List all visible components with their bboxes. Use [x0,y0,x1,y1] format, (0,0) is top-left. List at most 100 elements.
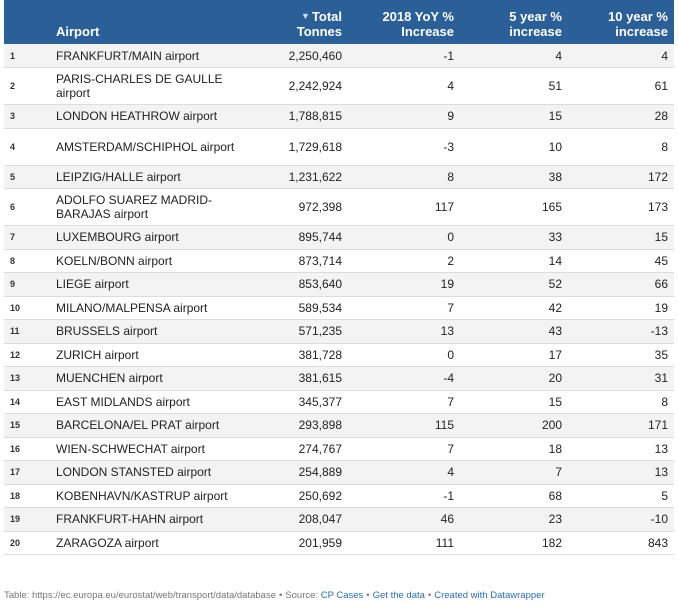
yoy-increase-cell: 4 [348,460,460,485]
ten-year-increase-cell: 35 [568,343,674,367]
table-row: 7 LUXEMBOURG airport 895,744 0 33 15 [4,225,674,250]
yoy-increase-cell: -1 [348,484,460,508]
total-header-line1: Total [311,9,342,24]
rank-cell: 6 [4,188,52,226]
ten-year-increase-cell: 5 [568,484,674,508]
yoy-increase-cell: -4 [348,366,460,391]
header-row: Airport ▼ Total Tonnes 2018 YoY % Increas… [4,0,674,44]
yoy-column-header[interactable]: 2018 YoY % Increase [348,0,460,44]
rank-cell: 5 [4,165,52,189]
ten-year-increase-cell: 8 [568,128,674,166]
airport-cell: WIEN-SCHWECHAT airport [52,437,264,461]
five-year-increase-cell: 4 [460,44,568,68]
ten-year-increase-cell: 843 [568,531,674,555]
total-tonnes-cell: 381,728 [264,343,348,367]
footer-separator: • [278,590,283,601]
five-year-increase-cell: 43 [460,319,568,344]
airport-cell: ADOLFO SUAREZ MADRID-BARAJAS airport [52,188,264,226]
ten-header-line2: increase [615,24,668,39]
yoy-increase-cell: 19 [348,272,460,297]
ten-year-increase-cell: -10 [568,507,674,532]
airport-freight-table: Airport ▼ Total Tonnes 2018 YoY % Increas… [4,0,674,555]
five-year-increase-cell: 23 [460,507,568,532]
yoy-increase-cell: 4 [348,67,460,105]
five-year-increase-cell: 14 [460,249,568,273]
ten-year-increase-cell: 61 [568,67,674,105]
airport-cell: MILANO/MALPENSA airport [52,296,264,320]
five-year-column-header[interactable]: 5 year % increase [460,0,568,44]
airport-cell: MUENCHEN airport [52,366,264,391]
table-row: 18 KOBENHAVN/KASTRUP airport 250,692 -1 68 5 [4,484,674,508]
table-row: 11 BRUSSELS airport 571,235 13 43 -13 [4,319,674,344]
yoy-increase-cell: 7 [348,296,460,320]
rank-cell: 1 [4,44,52,68]
total-tonnes-cell: 895,744 [264,225,348,250]
table-row: 10 MILANO/MALPENSA airport 589,534 7 42 19 [4,296,674,320]
total-tonnes-cell: 1,729,618 [264,128,348,166]
five-year-increase-cell: 68 [460,484,568,508]
table-row: 20 ZARAGOZA airport 201,959 111 182 843 [4,531,674,555]
rank-cell: 16 [4,437,52,461]
table-row: 15 BARCELONA/EL PRAT airport 293,898 115 200… [4,413,674,438]
airport-cell: FRANKFURT/MAIN airport [52,44,264,68]
rank-cell: 13 [4,366,52,391]
total-tonnes-cell: 293,898 [264,413,348,438]
ten-year-increase-cell: 66 [568,272,674,297]
rank-cell: 2 [4,67,52,105]
yoy-header-line1: 2018 YoY % [382,9,454,24]
get-the-data-link[interactable]: Get the data [373,590,425,601]
yoy-increase-cell: 2 [348,249,460,273]
rank-cell: 20 [4,531,52,555]
rank-cell: 8 [4,249,52,273]
ten-year-increase-cell: -13 [568,319,674,344]
rank-cell: 18 [4,484,52,508]
table-row: 14 EAST MIDLANDS airport 345,377 7 15 8 [4,390,674,414]
airport-cell: BARCELONA/EL PRAT airport [52,413,264,438]
total-tonnes-column-header[interactable]: ▼ Total Tonnes [264,0,348,44]
five-year-increase-cell: 51 [460,67,568,105]
footer-table-source: Table: https://ec.europa.eu/eurostat/web… [4,590,276,601]
table-row: 1 FRANKFURT/MAIN airport 2,250,460 -1 4 4 [4,44,674,68]
ten-header-line1: 10 year % [608,9,668,24]
yoy-increase-cell: 115 [348,413,460,438]
yoy-increase-cell: -3 [348,128,460,166]
footer-separator: • [427,590,432,601]
airport-column-header[interactable]: Airport [52,0,264,44]
yoy-increase-cell: 46 [348,507,460,532]
source-link[interactable]: CP Cases [321,590,364,601]
table-row: 17 LONDON STANSTED airport 254,889 4 7 13 [4,460,674,485]
table-body: 1 FRANKFURT/MAIN airport 2,250,460 -1 4 4 2 PAR… [4,44,674,555]
rank-cell: 9 [4,272,52,297]
table-row: 13 MUENCHEN airport 381,615 -4 20 31 [4,366,674,391]
ten-year-increase-cell: 13 [568,460,674,485]
yoy-increase-cell: 0 [348,343,460,367]
airport-cell: PARIS-CHARLES DE GAULLE airport [52,67,264,105]
five-year-increase-cell: 42 [460,296,568,320]
table-row: 8 KOELN/BONN airport 873,714 2 14 45 [4,249,674,273]
total-tonnes-cell: 571,235 [264,319,348,344]
airport-cell: AMSTERDAM/SCHIPHOL airport [52,128,264,166]
total-tonnes-cell: 972,398 [264,188,348,226]
rank-cell: 17 [4,460,52,485]
rank-cell: 4 [4,128,52,166]
rank-cell: 11 [4,319,52,344]
ten-year-column-header[interactable]: 10 year % increase [568,0,674,44]
five-year-increase-cell: 18 [460,437,568,461]
airport-cell: LIEGE airport [52,272,264,297]
yoy-increase-cell: 8 [348,165,460,189]
ten-year-increase-cell: 15 [568,225,674,250]
rank-cell: 3 [4,104,52,129]
table-row: 16 WIEN-SCHWECHAT airport 274,767 7 18 13 [4,437,674,461]
ten-year-increase-cell: 28 [568,104,674,129]
total-tonnes-cell: 345,377 [264,390,348,414]
sort-descending-icon: ▼ [300,11,310,21]
table-row: 6 ADOLFO SUAREZ MADRID-BARAJAS airport 972… [4,188,674,226]
created-with-datawrapper-link[interactable]: Created with Datawrapper [434,590,544,601]
airport-cell: ZARAGOZA airport [52,531,264,555]
yoy-increase-cell: 0 [348,225,460,250]
airport-cell: BRUSSELS airport [52,319,264,344]
five-year-increase-cell: 200 [460,413,568,438]
total-tonnes-cell: 853,640 [264,272,348,297]
rank-column-header [4,0,52,44]
footer-source-label: Source: [285,590,319,601]
